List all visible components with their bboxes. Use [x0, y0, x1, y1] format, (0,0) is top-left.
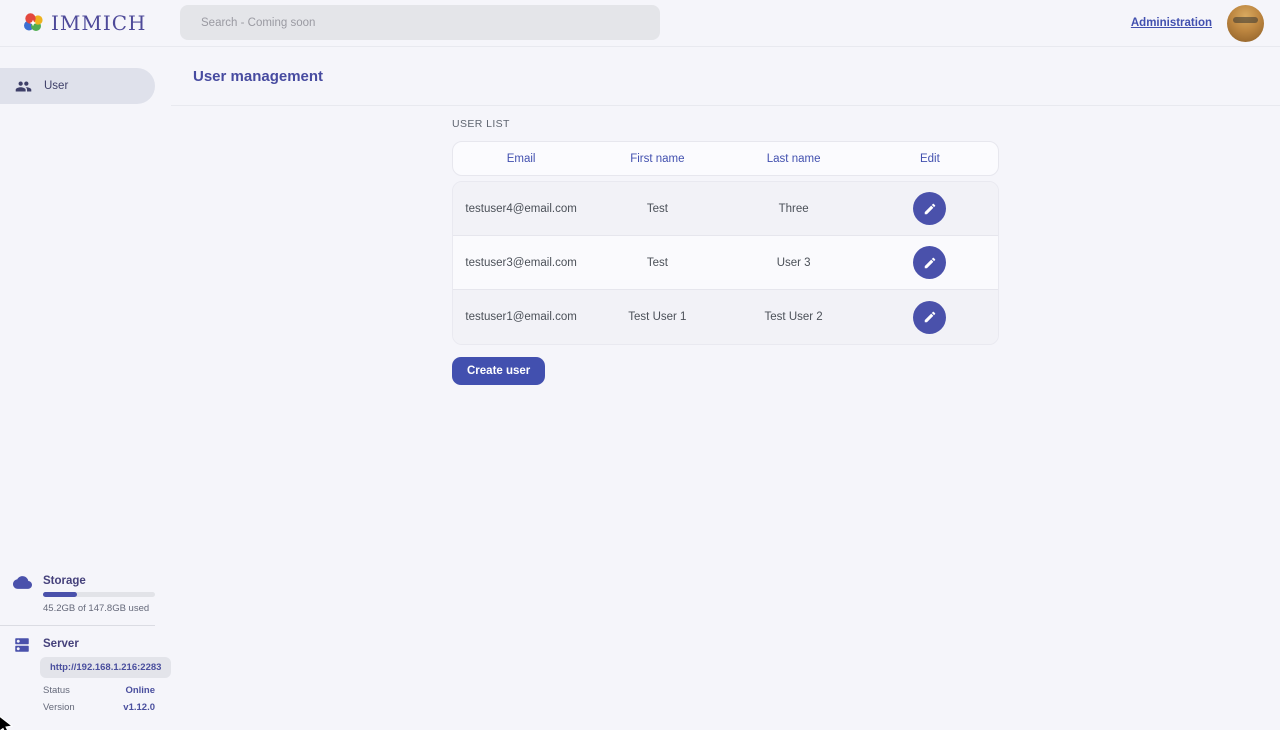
search-input[interactable]	[180, 5, 660, 40]
edit-user-button[interactable]	[913, 301, 946, 334]
page-body: User Storage 45.2GB of 147.8GB used Serv…	[0, 47, 1280, 730]
server-url-chip: http://192.168.1.216:2283	[40, 657, 171, 678]
sidebar-item-users[interactable]: User	[0, 68, 155, 104]
table-row: testuser1@email.com Test User 1 Test Use…	[453, 290, 998, 344]
immich-flower-icon	[21, 11, 45, 35]
storage-progress-fill	[43, 592, 77, 597]
create-user-button[interactable]: Create user	[452, 357, 545, 385]
column-header-first-name: First name	[589, 153, 725, 165]
sidebar: User Storage 45.2GB of 147.8GB used Serv…	[0, 47, 171, 730]
table-row: testuser3@email.com Test User 3	[453, 236, 998, 290]
storage-usage-text: 45.2GB of 147.8GB used	[43, 603, 149, 614]
main-content: User management USER LIST Email First na…	[171, 47, 1280, 730]
user-table: testuser4@email.com Test Three t	[452, 181, 999, 345]
status-value: Online	[125, 685, 155, 696]
version-value: v1.12.0	[123, 702, 155, 713]
storage-progress-bar	[43, 592, 155, 597]
user-avatar[interactable]	[1227, 5, 1264, 42]
column-header-last-name: Last name	[726, 153, 862, 165]
table-header-row: Email First name Last name Edit	[452, 141, 999, 176]
nav-right: Administration	[1131, 5, 1280, 42]
sidebar-item-label: User	[44, 80, 68, 92]
administration-link[interactable]: Administration	[1131, 17, 1212, 29]
column-header-edit: Edit	[862, 153, 998, 165]
cell-first-name: Test User 1	[589, 311, 725, 323]
pencil-icon	[923, 256, 937, 270]
pencil-icon	[923, 310, 937, 324]
page-title: User management	[193, 68, 323, 85]
server-status-row: Status Online	[43, 685, 155, 696]
page-title-bar: User management	[171, 47, 1280, 106]
server-title: Server	[43, 638, 79, 650]
cell-email: testuser4@email.com	[453, 203, 589, 215]
top-navbar: IMMICH Administration	[0, 0, 1280, 47]
user-list-section: USER LIST Email First name Last name Edi…	[171, 106, 1280, 385]
cell-last-name: Test User 2	[726, 311, 862, 323]
status-label: Status	[43, 685, 70, 696]
cloud-icon	[13, 573, 32, 592]
sidebar-divider	[0, 625, 155, 626]
sidebar-footer: Storage 45.2GB of 147.8GB used Server ht…	[0, 565, 171, 730]
column-header-email: Email	[453, 153, 589, 165]
pencil-icon	[923, 202, 937, 216]
cell-first-name: Test	[589, 257, 725, 269]
cell-email: testuser1@email.com	[453, 311, 589, 323]
storage-title: Storage	[43, 575, 86, 587]
server-url: http://192.168.1.216:2283	[50, 662, 161, 673]
cell-first-name: Test	[589, 203, 725, 215]
server-version-row: Version v1.12.0	[43, 702, 155, 713]
app-root: IMMICH Administration User Storage	[0, 0, 1280, 730]
cell-last-name: User 3	[726, 257, 862, 269]
section-label: USER LIST	[452, 118, 1280, 130]
edit-user-button[interactable]	[913, 246, 946, 279]
users-icon	[15, 78, 32, 95]
logo-text: IMMICH	[51, 11, 147, 35]
search-bar	[180, 5, 660, 40]
immich-logo[interactable]: IMMICH	[21, 11, 147, 35]
server-icon	[13, 636, 31, 654]
table-row: testuser4@email.com Test Three	[453, 182, 998, 236]
cell-email: testuser3@email.com	[453, 257, 589, 269]
version-label: Version	[43, 702, 75, 713]
edit-user-button[interactable]	[913, 192, 946, 225]
cell-last-name: Three	[726, 203, 862, 215]
